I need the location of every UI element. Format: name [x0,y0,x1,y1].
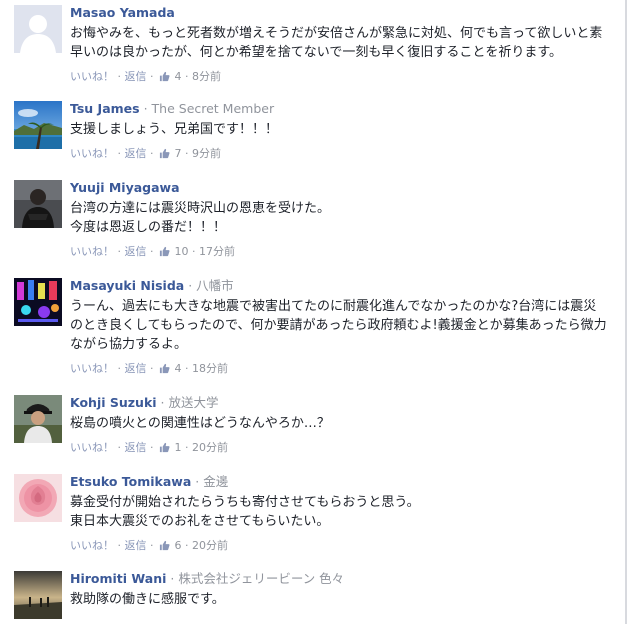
comment-author-affiliation[interactable]: 放送大学 [169,395,219,410]
comment-author-affiliation[interactable]: The Secret Member [152,101,275,116]
avatar[interactable] [14,101,62,149]
comment-header: Yuuji Miyagawa [70,180,614,196]
comment-author[interactable]: Masao Yamada [70,5,175,20]
comment-text-line: うーん、過去にも大きな地震で被害出てたのに耐震化進んでなかったのかな?台湾には震… [70,299,597,314]
comment-text-line: のとき良くしてもらったので、何か要請があったら政府頼むよ!義援金とか募集あったら… [70,318,607,333]
avatar[interactable] [14,180,62,228]
comment-text-line: 救助隊の働きに感服です。 [70,592,225,607]
like-count[interactable]: 4 [175,362,182,375]
comment-timestamp[interactable]: 17分前 [199,245,235,258]
like-link[interactable]: いいね！ [70,539,114,552]
comment-text-line: 桜島の噴火との関連性はどうなんやろか…？ [70,416,330,431]
comment-author[interactable]: Hiromiti Wani [70,571,166,586]
comment-author-affiliation[interactable]: 金邊 [203,474,228,489]
like-link[interactable]: いいね！ [70,70,114,83]
comment-text: 救助隊の働きに感服です。 [70,590,614,609]
avatar[interactable] [14,278,62,326]
like-link[interactable]: いいね！ [70,362,114,375]
comment-text-line: 東日本大震災でのお礼をさせてもらいたい。 [70,514,330,529]
comment-text: 桜島の噴火との関連性はどうなんやろか…？ [70,414,614,433]
comment-timestamp[interactable]: 18分前 [192,362,228,375]
comment-author[interactable]: Masayuki Nisida [70,278,184,293]
comment-text: 募金受付が開始されたらうちも寄付させてもらおうと思う。 東日本大震災でのお礼をさ… [70,493,614,531]
reply-link[interactable]: 返信 [125,245,147,258]
comment-text-line: 早いのは良かったが、何とか希望を捨てないで一刻も早く復旧することを祈ります。 [70,45,563,60]
thumbs-up-icon[interactable] [159,246,170,261]
avatar[interactable] [14,5,62,53]
comment-timestamp[interactable]: 8分前 [192,70,221,83]
reply-link[interactable]: 返信 [125,70,147,83]
comment-header: Masayuki Nisida · 八幡市 [70,278,234,293]
comment-actions: いいね！ · 返信 · 10 · 17分前 [70,245,614,261]
comment-text-line: 台湾の方達には震災時沢山の恩恵を受けた。 [70,201,331,216]
comment-text: 支援しましょう、兄弟国です！！！ [70,120,614,139]
like-link[interactable]: いいね！ [70,147,114,160]
default-avatar-icon [14,5,62,53]
comment-header: Hiromiti Wani · 株式会社ジェリービーン 色々 [70,571,345,586]
comment-text-line: ながら協力するよ。 [70,337,188,352]
comment-actions: いいね！ · 返信 · 4 · 8分前 [70,70,614,86]
like-count[interactable]: 10 [175,245,189,258]
comment-header: Tsu James · The Secret Member [70,101,275,116]
comment-timestamp[interactable]: 20分前 [192,539,228,552]
reply-link[interactable]: 返信 [125,362,147,375]
reply-link[interactable]: 返信 [125,539,147,552]
reply-link[interactable]: 返信 [125,147,147,160]
avatar[interactable] [14,395,62,443]
comment-actions: いいね！ · 返信 · 6 · 20分前 [70,539,614,555]
like-count[interactable]: 1 [175,441,182,454]
reply-link[interactable]: 返信 [125,441,147,454]
comment-text-line: 支援しましょう、兄弟国です！！！ [70,122,279,137]
like-count[interactable]: 7 [175,147,182,160]
comment-header: Kohji Suzuki · 放送大学 [70,395,219,410]
comment-author[interactable]: Yuuji Miyagawa [70,180,180,195]
thumbs-up-icon[interactable] [159,540,170,555]
comment-actions: いいね！ · 返信 · 7 · 9分前 [70,147,614,163]
like-link[interactable]: いいね！ [70,441,114,454]
like-link[interactable]: いいね！ [70,245,114,258]
comment-text: 台湾の方達には震災時沢山の恩恵を受けた。 今度は恩返しの番だ！！！ [70,199,614,237]
comment-author[interactable]: Etsuko Tomikawa [70,474,191,489]
thumbs-up-icon[interactable] [159,442,170,457]
avatar[interactable] [14,571,62,619]
comment-text-line: お悔やみを、もっと死者数が増えそうだが安倍さんが緊急に対処、何でも言って欲しいと… [70,26,603,41]
thumbs-up-icon[interactable] [159,71,170,86]
thumbs-up-icon[interactable] [159,148,170,163]
comment-text-line: 募金受付が開始されたらうちも寄付させてもらおうと思う。 [70,495,420,510]
thumbs-up-icon[interactable] [159,363,170,378]
comment-header: Masao Yamada [70,5,614,21]
comment-actions: いいね！ · 返信 · 1 · 20分前 [70,441,614,457]
comment-author[interactable]: Tsu James [70,101,140,116]
comment-text-line: 今度は恩返しの番だ！！！ [70,220,227,235]
comment-author[interactable]: Kohji Suzuki [70,395,157,410]
like-count[interactable]: 6 [175,539,182,552]
comment-text: お悔やみを、もっと死者数が増えそうだが安倍さんが緊急に対処、何でも言って欲しいと… [70,24,614,62]
avatar[interactable] [14,474,62,522]
like-count[interactable]: 4 [175,70,182,83]
comment-timestamp[interactable]: 20分前 [192,441,228,454]
comment-actions: いいね！ · 返信 · 4 · 18分前 [70,362,614,378]
comment-author-affiliation[interactable]: 株式会社ジェリービーン 色々 [178,571,344,586]
comment-timestamp[interactable]: 9分前 [192,147,221,160]
comment-text: うーん、過去にも大きな地震で被害出てたのに耐震化進んでなかったのかな?台湾には震… [70,297,614,354]
comment-header: Etsuko Tomikawa · 金邊 [70,474,229,489]
comment-author-affiliation[interactable]: 八幡市 [196,278,234,293]
